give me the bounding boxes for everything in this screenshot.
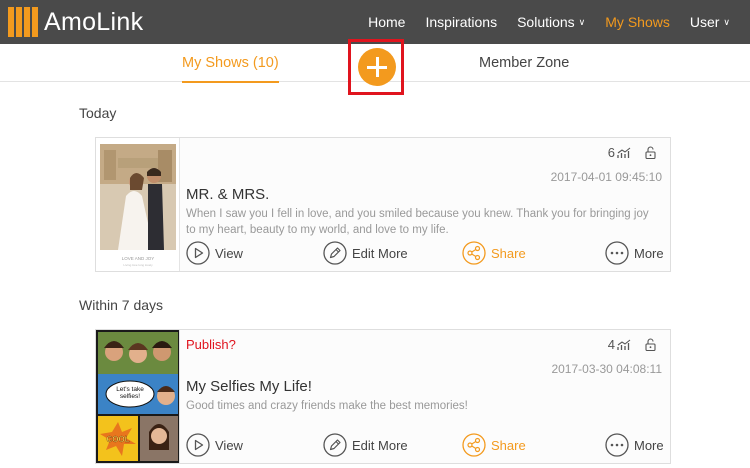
show-date: 2017-04-01 09:45:10 bbox=[550, 170, 662, 184]
show-description: Good times and crazy friends make the be… bbox=[186, 400, 468, 412]
top-navbar: AmoLink Home Inspirations Solutions ∨ My … bbox=[0, 0, 750, 44]
nav-my-shows-label: My Shows bbox=[605, 14, 670, 30]
view-count: 4 bbox=[607, 337, 615, 352]
show-card: LOVE AND JOY Living love long lovely 6 2… bbox=[95, 137, 671, 272]
thumb-bubble-text: Let's take selfies! bbox=[116, 386, 144, 400]
nav-solutions-label: Solutions bbox=[517, 14, 575, 30]
show-title[interactable]: My Selfies My Life! bbox=[186, 378, 312, 395]
nav-home-label: Home bbox=[368, 14, 406, 30]
share-icon bbox=[462, 241, 486, 265]
add-show-button[interactable] bbox=[358, 48, 396, 86]
logo-text: AmoLink bbox=[44, 7, 144, 36]
more-label: More bbox=[634, 245, 664, 261]
unlock-icon[interactable] bbox=[645, 338, 656, 351]
unlock-icon[interactable] bbox=[645, 146, 656, 159]
share-button[interactable]: Share bbox=[462, 240, 526, 266]
nav-user-label: User bbox=[689, 14, 720, 30]
trend-chart-icon bbox=[617, 339, 631, 350]
show-actions: View Edit More Share More bbox=[186, 432, 664, 458]
view-button[interactable]: View bbox=[186, 432, 243, 458]
edit-more-label: Edit More bbox=[352, 437, 408, 453]
wedding-photo-image: LOVE AND JOY Living love long lovely bbox=[96, 138, 179, 271]
nav-my-shows[interactable]: My Shows bbox=[605, 14, 670, 30]
view-button[interactable]: View bbox=[186, 240, 243, 266]
more-button[interactable]: More bbox=[605, 432, 664, 458]
show-date: 2017-03-30 04:08:11 bbox=[551, 362, 662, 376]
pencil-icon bbox=[323, 241, 347, 265]
trend-chart-icon bbox=[617, 147, 631, 158]
active-tab-indicator bbox=[182, 81, 279, 83]
nav-home[interactable]: Home bbox=[368, 14, 405, 30]
thumb-subcaption: Living love long lovely bbox=[123, 263, 153, 267]
show-actions: View Edit More Share More bbox=[186, 240, 664, 266]
view-label: View bbox=[215, 437, 243, 453]
tab-my-shows[interactable]: My Shows (10) bbox=[182, 44, 279, 83]
show-stats: 6 bbox=[608, 145, 656, 160]
play-icon bbox=[186, 241, 210, 265]
publish-link[interactable]: Publish? bbox=[186, 337, 236, 352]
more-icon bbox=[605, 433, 629, 457]
section-title-within-7-days: Within 7 days bbox=[79, 297, 164, 313]
more-icon bbox=[605, 241, 629, 265]
edit-more-label: Edit More bbox=[352, 245, 408, 261]
nav-inspirations[interactable]: Inspirations bbox=[425, 14, 497, 30]
show-description: When I saw you I fell in love, and you s… bbox=[186, 208, 649, 236]
show-title[interactable]: MR. & MRS. bbox=[186, 186, 269, 203]
thumb-caption: LOVE AND JOY bbox=[122, 256, 155, 261]
show-stats: 4 bbox=[608, 337, 656, 352]
tab-member-zone[interactable]: Member Zone bbox=[479, 44, 569, 82]
show-card: Let's take selfies! COOL Publish? 4 2017… bbox=[95, 329, 671, 464]
share-icon bbox=[462, 433, 486, 457]
edit-more-button[interactable]: Edit More bbox=[323, 240, 408, 266]
view-count: 6 bbox=[607, 145, 615, 160]
nav-solutions[interactable]: Solutions ∨ bbox=[517, 14, 585, 30]
nav-inspirations-label: Inspirations bbox=[425, 14, 498, 30]
pencil-icon bbox=[323, 433, 347, 457]
share-label: Share bbox=[491, 437, 526, 453]
edit-more-button[interactable]: Edit More bbox=[323, 432, 408, 458]
show-card-body: Publish? 4 2017-03-30 04:08:11 My Selfie… bbox=[186, 330, 664, 463]
main-nav: Home Inspirations Solutions ∨ My Shows Us… bbox=[368, 0, 750, 44]
section-title-today: Today bbox=[79, 105, 117, 121]
share-button[interactable]: Share bbox=[462, 432, 526, 458]
show-thumbnail[interactable]: Let's take selfies! COOL bbox=[96, 330, 180, 463]
amolink-logo[interactable]: AmoLink bbox=[8, 6, 143, 38]
view-label: View bbox=[215, 245, 243, 261]
show-card-body: 6 2017-04-01 09:45:10 MR. & MRS. When I … bbox=[186, 138, 664, 271]
tab-member-zone-label: Member Zone bbox=[479, 55, 570, 71]
chevron-down-icon: ∨ bbox=[723, 16, 730, 27]
nav-user[interactable]: User ∨ bbox=[690, 14, 730, 30]
tab-my-shows-label: My Shows (10) bbox=[182, 55, 279, 71]
selfie-collage-image: Let's take selfies! COOL bbox=[96, 330, 179, 463]
logo-bars-icon bbox=[8, 7, 38, 37]
thumb-burst-text: COOL bbox=[106, 435, 129, 444]
show-thumbnail[interactable]: LOVE AND JOY Living love long lovely bbox=[96, 138, 180, 271]
chevron-down-icon: ∨ bbox=[578, 16, 586, 27]
share-label: Share bbox=[491, 245, 526, 261]
more-button[interactable]: More bbox=[605, 240, 664, 266]
more-label: More bbox=[634, 437, 664, 453]
play-icon bbox=[186, 433, 210, 457]
